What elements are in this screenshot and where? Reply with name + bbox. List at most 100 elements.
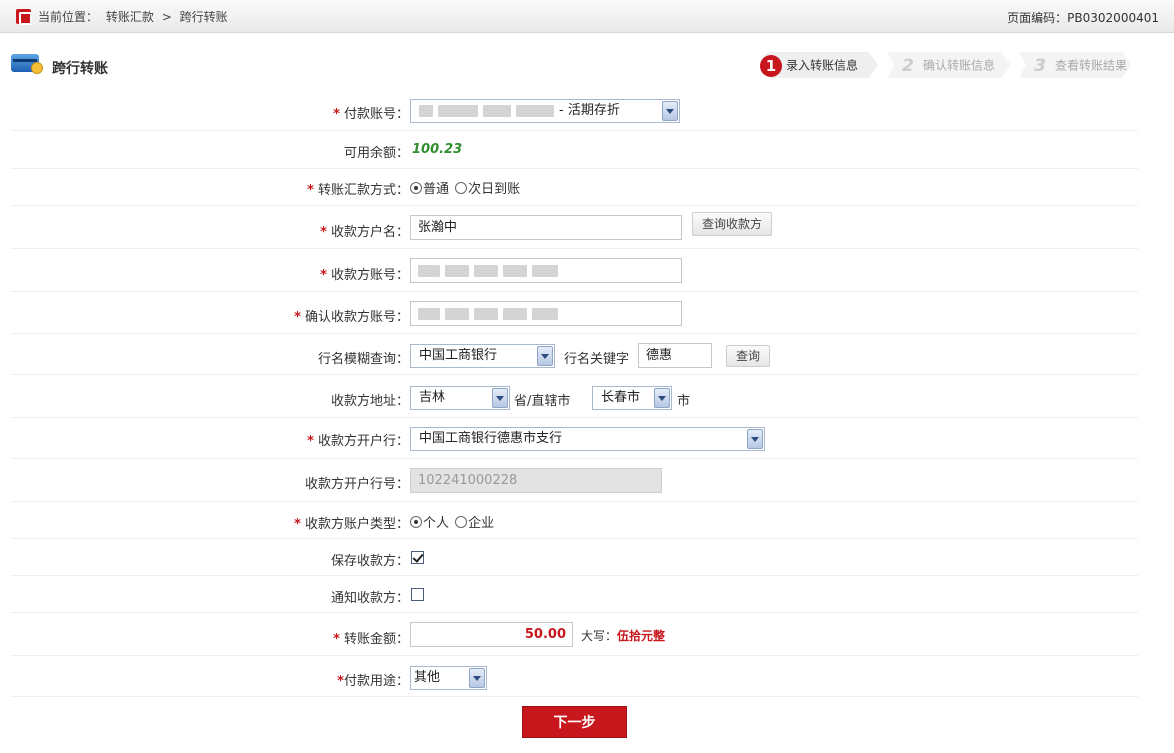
amount-caps-value: 伍拾元整 <box>617 629 666 643</box>
row-branch-code: 收款方开户行号： 102241000228 <box>11 459 1138 502</box>
row-branch: * 收款方开户行： 中国工商银行德惠市支行 <box>11 418 1138 459</box>
transfer-mode-nextday-radio[interactable] <box>455 181 468 194</box>
bank-select[interactable]: 中国工商银行 <box>410 344 555 368</box>
account-type-personal-radio[interactable] <box>410 515 422 528</box>
step-3-label: 查看转账结果 <box>1055 58 1128 73</box>
payer-account-label: 付款账号： <box>343 107 409 122</box>
bank-search-label: 行名模糊查询： <box>317 352 409 367</box>
account-type-company-label: 企业 <box>468 516 495 531</box>
account-type-label: 收款方账户类型： <box>304 517 409 532</box>
transfer-mode-normal-radio[interactable] <box>410 181 422 194</box>
breadcrumb-prefix: 当前位置： <box>38 10 99 24</box>
row-notify-payee: 通知收款方： <box>11 576 1138 613</box>
row-save-payee: 保存收款方： <box>11 539 1138 576</box>
amount-caps: 大写：伍拾元整 <box>581 627 665 644</box>
required-mark: * <box>320 268 327 283</box>
row-amount: * 转账金额： 50.00 大写：伍拾元整 <box>11 613 1138 656</box>
transfer-mode-group: 普通 次日到账 <box>410 178 520 197</box>
save-payee-checkbox[interactable] <box>411 551 424 564</box>
row-payer-account: * 付款账号： - 活期存折 <box>11 90 1138 131</box>
step-2-label: 确认转账信息 <box>923 58 996 73</box>
balance-value: 100.23 <box>412 142 463 157</box>
chevron-down-icon <box>662 101 678 121</box>
city-suffix: 市 <box>677 394 691 409</box>
account-type-personal-label: 个人 <box>423 516 450 531</box>
bank-select-value: 中国工商银行 <box>419 348 498 363</box>
chevron-down-icon <box>654 388 670 408</box>
account-type-group: 个人 企业 <box>410 512 494 531</box>
keyword-label: 行名关键字 <box>564 352 630 367</box>
transfer-mode-normal-label: 普通 <box>423 182 450 197</box>
confirm-account-input[interactable] <box>410 301 682 326</box>
required-mark: * <box>337 674 344 689</box>
step-1-number: 1 <box>760 54 782 77</box>
notify-payee-checkbox[interactable] <box>411 588 424 601</box>
breadcrumb: 当前位置： 转账汇款 > 跨行转账 <box>38 8 232 25</box>
bank-search-button[interactable]: 查询 <box>726 345 770 367</box>
chevron-down-icon <box>537 346 553 366</box>
transfer-mode-nextday-label: 次日到账 <box>468 182 521 197</box>
purpose-select-value: 其他 <box>414 670 441 685</box>
amount-caps-label: 大写： <box>581 629 618 643</box>
chevron-down-icon <box>492 388 508 408</box>
required-mark: * <box>307 434 314 449</box>
step-1: 1 录入转账信息 <box>760 52 878 78</box>
row-address: 收款方地址： 吉林 省/直辖市 长春市 市 <box>11 375 1138 418</box>
balance-label: 可用余额： <box>343 146 409 161</box>
bank-logo-icon <box>16 9 32 25</box>
chevron-down-icon <box>747 429 763 449</box>
purpose-label: 付款用途： <box>343 674 409 689</box>
province-select[interactable]: 吉林 <box>410 386 510 410</box>
payee-account-input[interactable] <box>410 258 682 283</box>
save-payee-label: 保存收款方： <box>330 554 409 569</box>
breadcrumb-parent-link[interactable]: 转账汇款 <box>106 10 154 24</box>
city-select[interactable]: 长春市 <box>592 386 672 410</box>
row-confirm-account: * 确认收款方账号： <box>11 292 1138 334</box>
payee-account-label: 收款方账号： <box>330 268 409 283</box>
branch-code-input: 102241000228 <box>410 468 662 493</box>
breadcrumb-current: 跨行转账 <box>179 10 228 24</box>
payee-name-input[interactable]: 张瀚中 <box>410 215 682 240</box>
step-2: 2 确认转账信息 <box>887 52 1011 78</box>
top-bar: 当前位置： 转账汇款 > 跨行转账 页面编码：PB0302000401 <box>0 0 1174 33</box>
row-purpose: *付款用途： 其他 <box>11 656 1138 697</box>
row-balance: 可用余额： 100.23 <box>11 131 1138 169</box>
chevron-down-icon <box>469 668 485 688</box>
keyword-input[interactable]: 德惠 <box>638 343 712 368</box>
row-payee-name: * 收款方户名： 张瀚中 查询收款方 <box>11 206 1138 249</box>
step-3-number: 3 <box>1034 55 1046 76</box>
page-title: 跨行转账 <box>52 61 108 77</box>
page-code: 页面编码：PB0302000401 <box>1007 11 1159 25</box>
payer-account-suffix: - 活期存折 <box>559 103 620 118</box>
purpose-select[interactable]: 其他 <box>410 666 487 690</box>
branch-select[interactable]: 中国工商银行德惠市支行 <box>410 427 765 451</box>
step-1-label: 录入转账信息 <box>786 58 859 73</box>
address-label: 收款方地址： <box>330 394 409 409</box>
row-transfer-mode: * 转账汇款方式： 普通 次日到账 <box>11 169 1138 206</box>
branch-code-label: 收款方开户行号： <box>304 477 409 492</box>
step-2-number: 2 <box>902 55 914 76</box>
transfer-mode-label: 转账汇款方式： <box>317 183 409 198</box>
required-mark: * <box>333 107 340 122</box>
province-select-value: 吉林 <box>419 390 446 405</box>
step-3: 3 查看转账结果 <box>1019 52 1131 78</box>
bank-card-icon <box>11 54 43 76</box>
lookup-payee-button[interactable]: 查询收款方 <box>692 212 772 236</box>
required-mark: * <box>294 517 301 532</box>
row-payee-account: * 收款方账号： <box>11 249 1138 292</box>
required-mark: * <box>320 225 327 240</box>
payer-account-select[interactable]: - 活期存折 <box>410 99 680 123</box>
row-account-type: * 收款方账户类型： 个人 企业 <box>11 502 1138 539</box>
payee-name-label: 收款方户名： <box>330 225 409 240</box>
account-type-company-radio[interactable] <box>455 515 468 528</box>
amount-input[interactable]: 50.00 <box>410 622 573 647</box>
branch-label: 收款方开户行： <box>317 434 409 449</box>
breadcrumb-separator: > <box>161 10 172 24</box>
next-step-button[interactable]: 下一步 <box>522 706 627 738</box>
required-mark: * <box>294 310 301 325</box>
row-bank-search: 行名模糊查询： 中国工商银行 行名关键字 德惠 查询 <box>11 334 1138 375</box>
city-select-value: 长春市 <box>601 390 641 405</box>
transfer-form: * 付款账号： - 活期存折 可用余额： 100.23 * 转账汇款方式： 普通 次… <box>11 90 1138 697</box>
branch-select-value: 中国工商银行德惠市支行 <box>419 431 563 446</box>
notify-payee-label: 通知收款方： <box>330 591 409 606</box>
